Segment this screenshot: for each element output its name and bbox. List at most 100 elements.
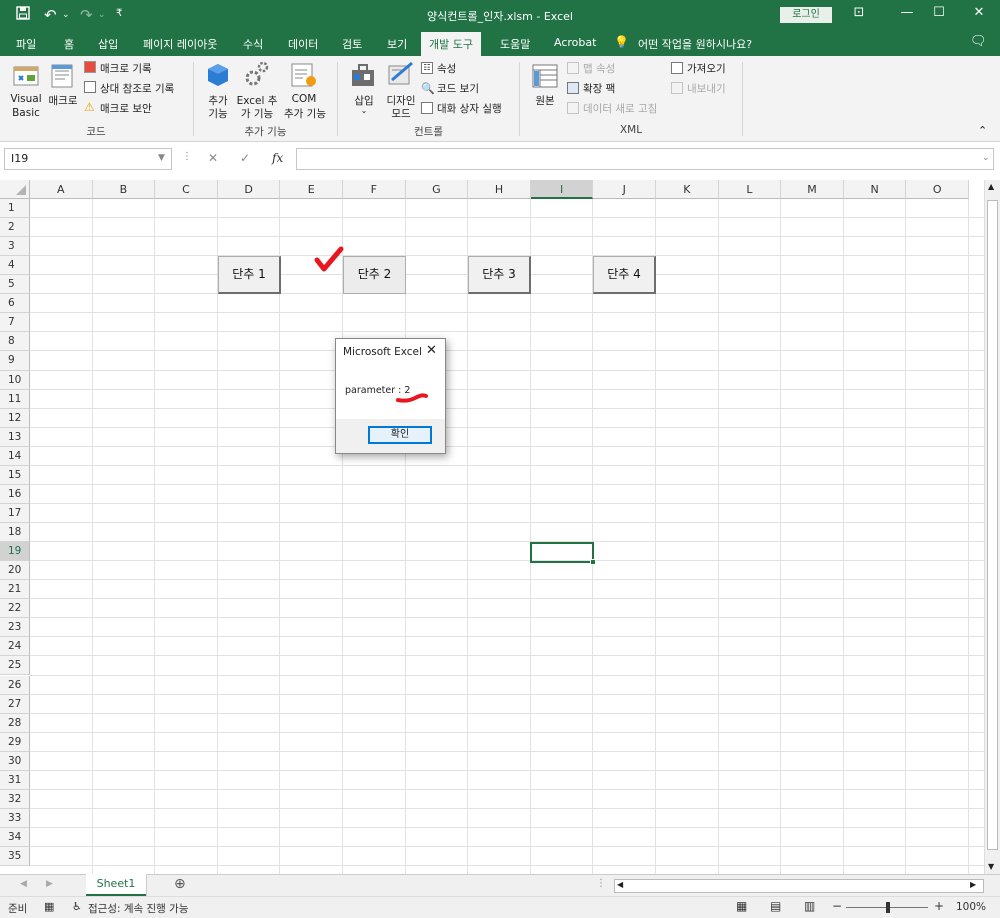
expansion-packs-label[interactable]: 확장 팩	[583, 81, 615, 96]
column-header-n[interactable]: N	[843, 180, 907, 199]
row-header-17[interactable]: 17	[0, 503, 30, 523]
macros-icon[interactable]	[50, 62, 76, 90]
row-header-10[interactable]: 10	[0, 370, 30, 390]
horizontal-scrollbar[interactable]	[614, 879, 984, 893]
row-header-24[interactable]: 24	[0, 637, 30, 657]
scroll-up-icon[interactable]: ▲	[988, 182, 994, 191]
row-header-6[interactable]: 6	[0, 294, 30, 314]
row-header-4[interactable]: 4	[0, 256, 30, 276]
dialog-close-icon[interactable]: ✕	[426, 343, 437, 358]
column-header-a[interactable]: A	[30, 180, 93, 199]
insert-function-icon[interactable]: fx	[272, 151, 283, 165]
row-header-21[interactable]: 21	[0, 580, 30, 600]
row-header-26[interactable]: 26	[0, 675, 30, 695]
close-icon[interactable]: ✕	[964, 5, 994, 20]
row-header-12[interactable]: 12	[0, 408, 30, 428]
zoom-in-icon[interactable]: +	[934, 899, 944, 913]
column-header-j[interactable]: J	[593, 180, 656, 199]
row-header-8[interactable]: 8	[0, 332, 30, 352]
import-label[interactable]: 가져오기	[687, 61, 726, 76]
import-icon[interactable]	[671, 62, 683, 74]
next-sheet-icon[interactable]: ▶	[46, 879, 53, 889]
form-button-2[interactable]: 단추 2	[343, 256, 406, 294]
macro-recording-icon[interactable]: ▦	[44, 900, 54, 913]
minimize-icon[interactable]: —	[892, 5, 922, 20]
insert-controls-dropdown-icon[interactable]: ⌄	[346, 106, 382, 115]
tab-split-icon[interactable]: ⋮	[596, 878, 606, 889]
new-sheet-icon[interactable]: ⊕	[174, 876, 186, 892]
column-header-h[interactable]: H	[468, 180, 531, 199]
row-header-16[interactable]: 16	[0, 484, 30, 504]
tab-review[interactable]: 검토	[342, 36, 362, 52]
vertical-scrollbar[interactable]: ▲ ▼	[984, 180, 1000, 874]
row-header-13[interactable]: 13	[0, 427, 30, 447]
zoom-slider-thumb[interactable]	[886, 902, 890, 913]
page-layout-view-icon[interactable]: ▤	[770, 899, 781, 913]
scroll-down-icon[interactable]: ▼	[988, 862, 994, 871]
record-macro-icon[interactable]	[84, 61, 96, 73]
column-header-m[interactable]: M	[781, 180, 844, 199]
visual-basic-label-2[interactable]: Basic	[8, 107, 44, 119]
row-header-29[interactable]: 29	[0, 732, 30, 752]
collapse-ribbon-icon[interactable]: ⌃	[978, 124, 987, 137]
relative-reference-icon[interactable]	[84, 81, 96, 93]
visual-basic-label-1[interactable]: Visual	[8, 93, 44, 105]
comments-icon[interactable]: 🗨	[970, 34, 987, 49]
tab-acrobat[interactable]: Acrobat	[554, 36, 596, 49]
column-header-e[interactable]: E	[280, 180, 343, 199]
tab-home[interactable]: 홈	[64, 36, 74, 52]
tab-developer[interactable]: 개발 도구	[421, 32, 481, 56]
page-break-view-icon[interactable]: ▥	[804, 899, 815, 913]
column-header-i[interactable]: I	[530, 180, 594, 199]
excel-add-ins-label-2[interactable]: 가 기능	[236, 106, 278, 121]
normal-view-icon[interactable]: ▦	[736, 899, 747, 913]
scroll-left-icon[interactable]: ◀	[617, 880, 623, 889]
row-header-22[interactable]: 22	[0, 599, 30, 619]
run-dialog-label[interactable]: 대화 상자 실행	[437, 101, 502, 116]
name-box-dropdown-icon[interactable]: ▼	[158, 153, 165, 163]
row-header-2[interactable]: 2	[0, 218, 30, 238]
select-all-corner[interactable]	[0, 180, 30, 199]
accessibility-icon[interactable]: ♿	[72, 900, 82, 913]
column-header-l[interactable]: L	[718, 180, 782, 199]
excel-add-ins-icon[interactable]	[244, 60, 270, 88]
column-header-b[interactable]: B	[92, 180, 156, 199]
macro-security-icon[interactable]: ⚠	[84, 100, 95, 114]
row-header-34[interactable]: 34	[0, 827, 30, 848]
fill-handle[interactable]	[590, 559, 596, 565]
add-ins-icon[interactable]	[206, 62, 230, 88]
add-ins-label-2[interactable]: 기능	[200, 106, 236, 121]
row-header-27[interactable]: 27	[0, 694, 30, 714]
form-button-3[interactable]: 단추 3	[468, 256, 531, 294]
design-mode-icon[interactable]	[386, 60, 416, 88]
login-button[interactable]: 로그인	[780, 7, 832, 23]
tab-file[interactable]: 파일	[16, 36, 36, 52]
properties-icon[interactable]: ☷	[421, 62, 433, 74]
column-header-c[interactable]: C	[155, 180, 218, 199]
column-header-f[interactable]: F	[343, 180, 406, 199]
form-button-1[interactable]: 단추 1	[218, 256, 281, 294]
tab-insert[interactable]: 삽입	[98, 36, 118, 52]
row-header-5[interactable]: 5	[0, 275, 30, 295]
com-add-ins-icon[interactable]	[290, 62, 318, 88]
column-header-g[interactable]: G	[405, 180, 469, 199]
form-button-4[interactable]: 단추 4	[593, 256, 656, 294]
row-header-31[interactable]: 31	[0, 770, 30, 790]
row-header-35[interactable]: 35	[0, 847, 30, 867]
com-add-ins-label-2[interactable]: 추가 기능	[280, 106, 330, 121]
properties-label[interactable]: 속성	[437, 61, 456, 76]
visual-basic-icon[interactable]	[12, 62, 40, 90]
expansion-packs-icon[interactable]	[567, 82, 579, 94]
vertical-scroll-thumb[interactable]	[987, 200, 998, 850]
tab-help[interactable]: 도움말	[500, 36, 530, 52]
macro-security-label[interactable]: 매크로 보안	[100, 101, 152, 116]
formula-input[interactable]	[296, 148, 994, 170]
xml-source-icon[interactable]	[532, 64, 558, 88]
record-macro-label[interactable]: 매크로 기록	[100, 61, 152, 76]
row-header-1[interactable]: 1	[0, 199, 30, 219]
tab-view[interactable]: 보기	[387, 36, 407, 52]
sheet-tab-sheet1[interactable]: Sheet1	[86, 874, 146, 896]
relative-reference-label[interactable]: 상대 참조로 기록	[100, 81, 174, 96]
row-header-14[interactable]: 14	[0, 446, 30, 466]
column-header-k[interactable]: K	[656, 180, 719, 199]
